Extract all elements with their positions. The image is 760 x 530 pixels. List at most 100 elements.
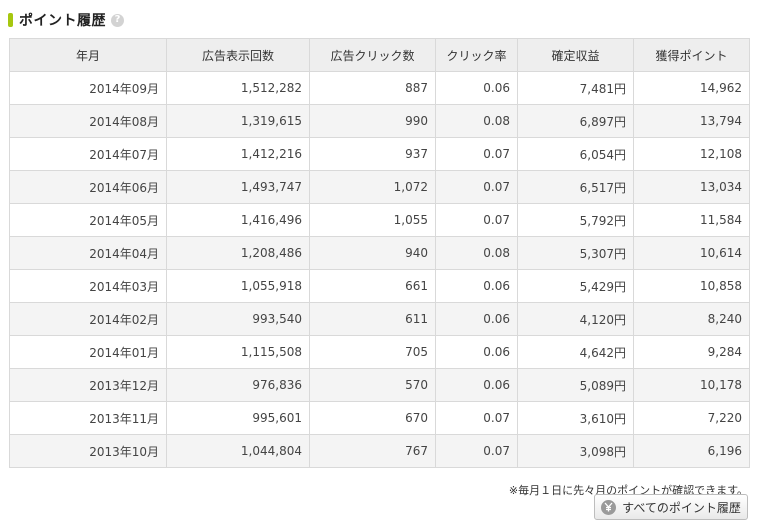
cell-ctr: 0.08 — [435, 236, 518, 270]
cell-clicks: 887 — [309, 71, 436, 105]
cell-month: 2014年03月 — [9, 269, 167, 303]
cell-ctr: 0.08 — [435, 104, 518, 138]
cell-points: 13,794 — [633, 104, 750, 138]
help-icon[interactable]: ? — [111, 13, 124, 27]
cell-revenue: 3,098円 — [517, 434, 634, 468]
cell-points: 6,196 — [633, 434, 750, 468]
cell-clicks: 670 — [309, 401, 436, 435]
table-header-row: 年月 広告表示回数 広告クリック数 クリック率 確定収益 獲得ポイント — [9, 38, 750, 72]
cell-points: 13,034 — [633, 170, 750, 204]
cell-month: 2014年09月 — [9, 71, 167, 105]
cell-month: 2014年08月 — [9, 104, 167, 138]
cell-ctr: 0.06 — [435, 71, 518, 105]
table-row: 2014年08月 1,319,615 990 0.08 6,897円 13,794 — [9, 104, 750, 138]
cell-points: 10,858 — [633, 269, 750, 303]
cell-clicks: 570 — [309, 368, 436, 402]
cell-ctr: 0.07 — [435, 434, 518, 468]
cell-revenue: 6,897円 — [517, 104, 634, 138]
yen-coin-icon — [601, 499, 617, 515]
cell-impressions: 993,540 — [166, 302, 310, 336]
cell-revenue: 4,642円 — [517, 335, 634, 369]
cell-points: 9,284 — [633, 335, 750, 369]
cell-ctr: 0.06 — [435, 368, 518, 402]
cell-impressions: 1,493,747 — [166, 170, 310, 204]
cell-revenue: 6,054円 — [517, 137, 634, 171]
cell-ctr: 0.06 — [435, 269, 518, 303]
cell-revenue: 5,792円 — [517, 203, 634, 237]
cell-clicks: 767 — [309, 434, 436, 468]
section-header: ポイント履歴 ? — [8, 8, 124, 32]
table-row: 2014年07月 1,412,216 937 0.07 6,054円 12,108 — [9, 137, 750, 171]
cell-month: 2014年02月 — [9, 302, 167, 336]
cell-clicks: 1,055 — [309, 203, 436, 237]
cell-revenue: 5,307円 — [517, 236, 634, 270]
table-row: 2013年11月 995,601 670 0.07 3,610円 7,220 — [9, 401, 750, 435]
cell-ctr: 0.07 — [435, 137, 518, 171]
cell-month: 2013年12月 — [9, 368, 167, 402]
cell-ctr: 0.06 — [435, 302, 518, 336]
all-point-history-button[interactable]: すべてのポイント履歴 — [594, 494, 748, 520]
cell-impressions: 976,836 — [166, 368, 310, 402]
table-row: 2014年01月 1,115,508 705 0.06 4,642円 9,284 — [9, 335, 750, 369]
cell-impressions: 1,412,216 — [166, 137, 310, 171]
col-header-revenue: 確定収益 — [517, 38, 634, 72]
cell-points: 10,614 — [633, 236, 750, 270]
table-row: 2014年09月 1,512,282 887 0.06 7,481円 14,962 — [9, 71, 750, 105]
table-row: 2014年06月 1,493,747 1,072 0.07 6,517円 13,034 — [9, 170, 750, 204]
cell-points: 8,240 — [633, 302, 750, 336]
cell-impressions: 995,601 — [166, 401, 310, 435]
table-row: 2013年10月 1,044,804 767 0.07 3,098円 6,196 — [9, 434, 750, 468]
cell-impressions: 1,416,496 — [166, 203, 310, 237]
cell-ctr: 0.07 — [435, 203, 518, 237]
table-row: 2014年04月 1,208,486 940 0.08 5,307円 10,614 — [9, 236, 750, 270]
cell-clicks: 1,072 — [309, 170, 436, 204]
cell-clicks: 611 — [309, 302, 436, 336]
point-history-table: 年月 広告表示回数 広告クリック数 クリック率 確定収益 獲得ポイント 2014… — [9, 38, 750, 468]
cell-month: 2014年06月 — [9, 170, 167, 204]
table-row: 2014年03月 1,055,918 661 0.06 5,429円 10,858 — [9, 269, 750, 303]
cell-impressions: 1,208,486 — [166, 236, 310, 270]
cell-impressions: 1,512,282 — [166, 71, 310, 105]
cell-impressions: 1,115,508 — [166, 335, 310, 369]
col-header-clicks: 広告クリック数 — [309, 38, 436, 72]
cell-ctr: 0.07 — [435, 401, 518, 435]
cell-points: 14,962 — [633, 71, 750, 105]
cell-impressions: 1,044,804 — [166, 434, 310, 468]
cell-clicks: 705 — [309, 335, 436, 369]
cell-month: 2014年07月 — [9, 137, 167, 171]
cell-points: 11,584 — [633, 203, 750, 237]
section-title: ポイント履歴 — [19, 13, 106, 29]
table-row: 2013年12月 976,836 570 0.06 5,089円 10,178 — [9, 368, 750, 402]
cell-month: 2014年04月 — [9, 236, 167, 270]
cell-month: 2013年10月 — [9, 434, 167, 468]
col-header-points: 獲得ポイント — [633, 38, 750, 72]
cell-impressions: 1,055,918 — [166, 269, 310, 303]
cell-revenue: 6,517円 — [517, 170, 634, 204]
cell-clicks: 937 — [309, 137, 436, 171]
all-point-history-label: すべてのポイント履歴 — [622, 500, 741, 515]
accent-bar — [8, 13, 13, 27]
table-row: 2014年05月 1,416,496 1,055 0.07 5,792円 11,584 — [9, 203, 750, 237]
cell-impressions: 1,319,615 — [166, 104, 310, 138]
cell-clicks: 661 — [309, 269, 436, 303]
cell-month: 2014年05月 — [9, 203, 167, 237]
cell-ctr: 0.06 — [435, 335, 518, 369]
col-header-month: 年月 — [9, 38, 167, 72]
col-header-impressions: 広告表示回数 — [166, 38, 310, 72]
cell-revenue: 5,089円 — [517, 368, 634, 402]
cell-month: 2013年11月 — [9, 401, 167, 435]
cell-clicks: 940 — [309, 236, 436, 270]
table-body: 2014年09月 1,512,282 887 0.06 7,481円 14,962 2014… — [9, 71, 750, 468]
cell-points: 7,220 — [633, 401, 750, 435]
table-row: 2014年02月 993,540 611 0.06 4,120円 8,240 — [9, 302, 750, 336]
cell-ctr: 0.07 — [435, 170, 518, 204]
cell-revenue: 4,120円 — [517, 302, 634, 336]
cell-points: 10,178 — [633, 368, 750, 402]
cell-revenue: 5,429円 — [517, 269, 634, 303]
cell-points: 12,108 — [633, 137, 750, 171]
col-header-ctr: クリック率 — [435, 38, 518, 72]
cell-month: 2014年01月 — [9, 335, 167, 369]
cell-revenue: 7,481円 — [517, 71, 634, 105]
cell-clicks: 990 — [309, 104, 436, 138]
cell-revenue: 3,610円 — [517, 401, 634, 435]
